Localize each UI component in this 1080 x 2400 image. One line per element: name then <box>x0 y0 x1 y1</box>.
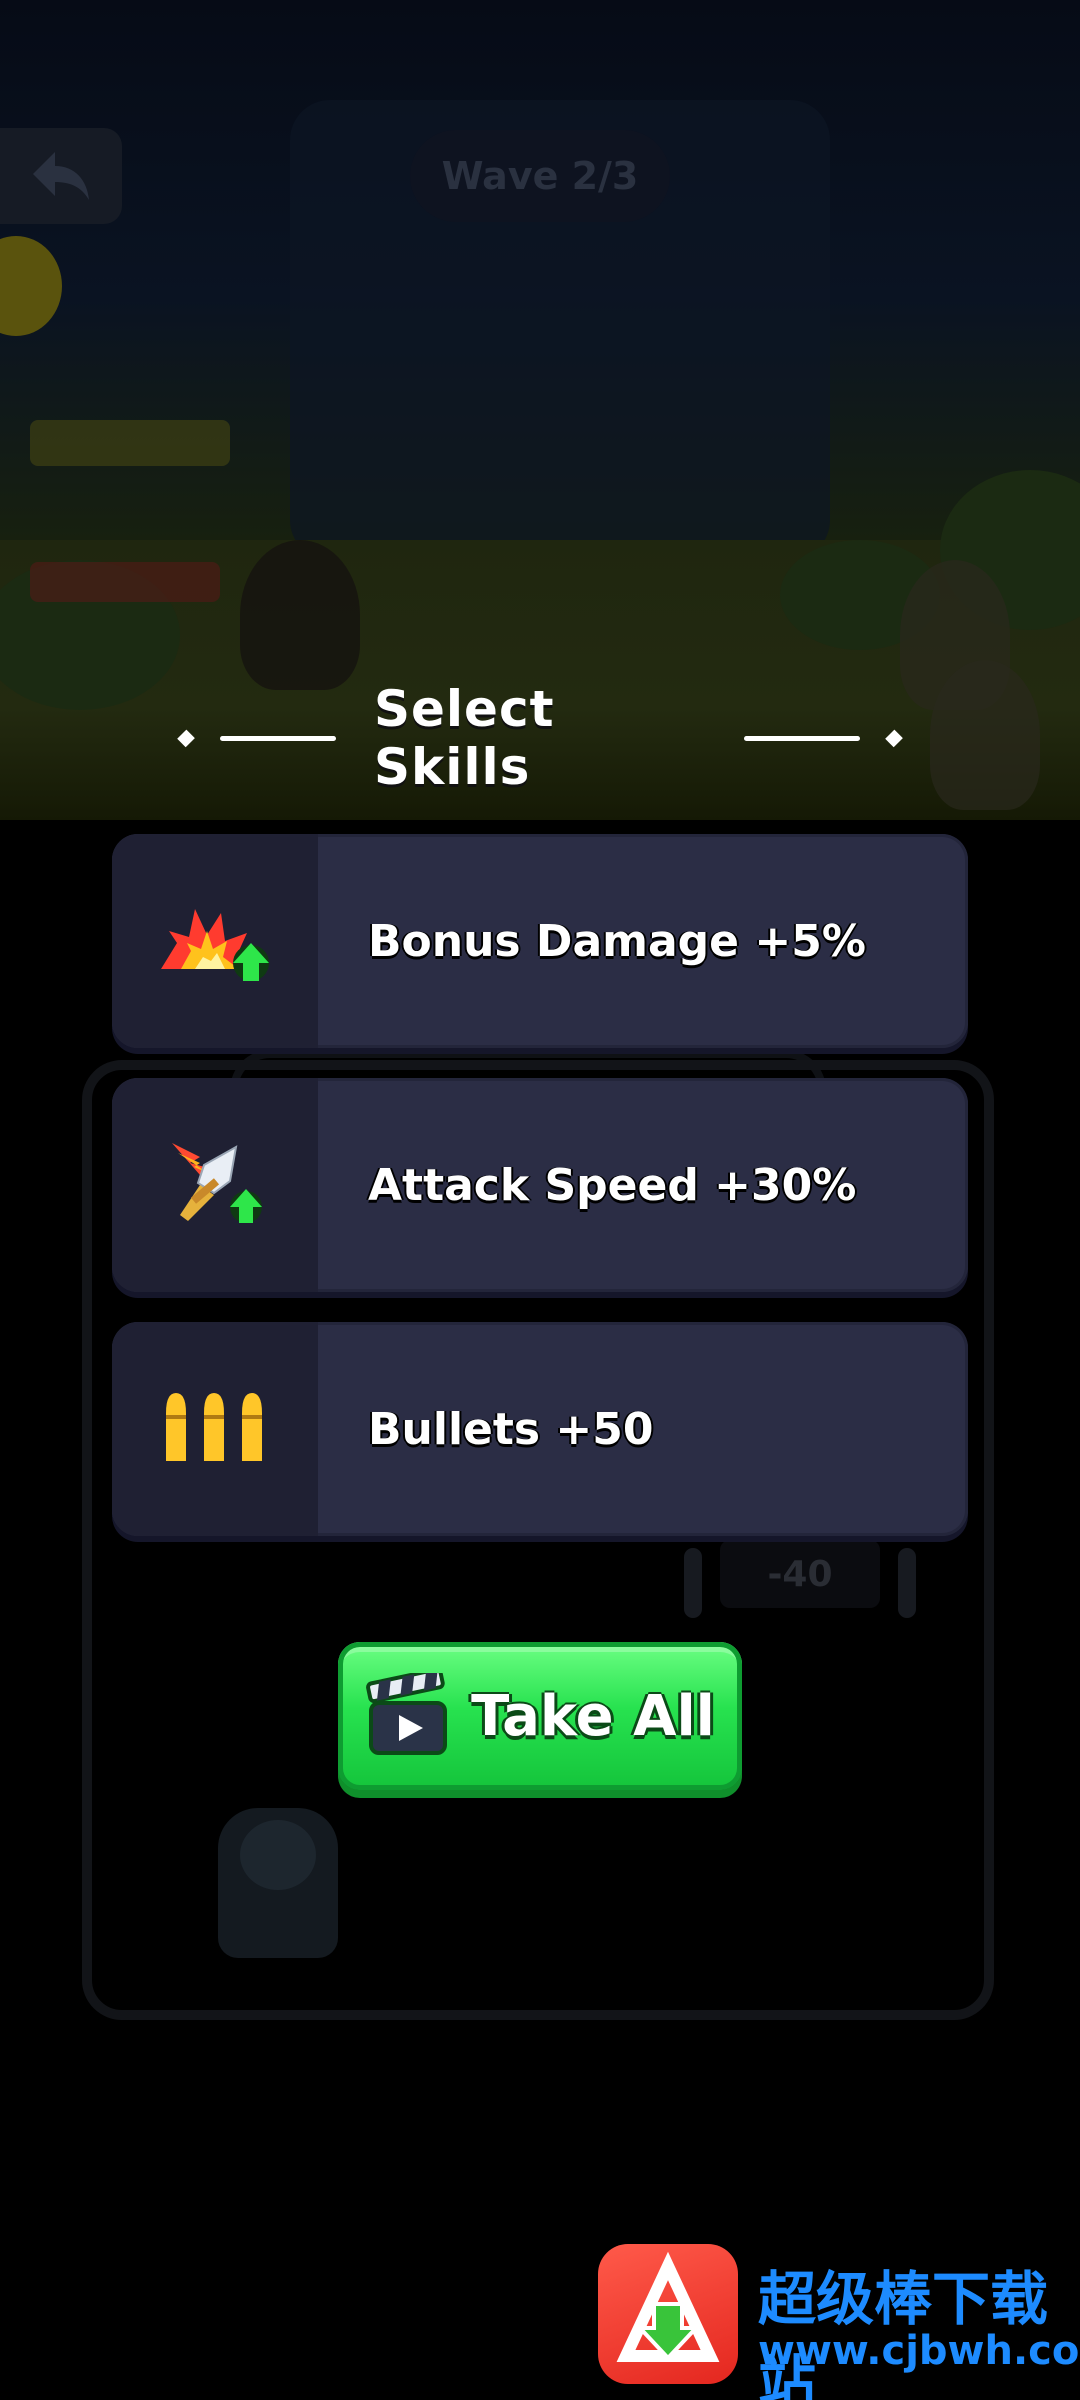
skill-label: Bullets +50 <box>368 1403 654 1455</box>
skill-option-attack-speed[interactable]: Attack Speed +30% <box>112 1078 968 1292</box>
skill-icon-cell <box>112 834 318 1048</box>
skill-option-bonus-damage[interactable]: Bonus Damage +5% <box>112 834 968 1048</box>
take-all-button[interactable]: Take All <box>338 1642 742 1790</box>
arena-post <box>684 1548 702 1618</box>
skill-label: Attack Speed +30% <box>368 1159 857 1211</box>
skills-title: Select Skills <box>374 680 555 796</box>
hero-character <box>240 540 360 690</box>
skill-option-bullets[interactable]: Bullets +50 <box>112 1322 968 1536</box>
video-clapper-icon <box>366 1673 448 1755</box>
explosion-up-icon <box>161 909 269 981</box>
skill-icon-cell <box>112 1322 318 1536</box>
bullets-icon <box>166 1393 262 1461</box>
flaming-sword-up-icon <box>172 1143 262 1223</box>
watermark-site-name: 超级棒下载站 <box>758 2265 1049 2400</box>
back-button[interactable] <box>0 128 122 224</box>
rifle-weapon-icon <box>30 420 230 466</box>
game-screen: Wave 2/3 -40 Select Skills Bonus Damage … <box>0 0 1080 2400</box>
title-ornament-diamond <box>177 729 195 747</box>
watermark-url: www.cjbwh.com <box>758 2328 1080 2374</box>
back-arrow-icon <box>33 152 89 200</box>
skill-icon-cell <box>112 1078 318 1292</box>
skill-label: Bonus Damage +5% <box>368 915 866 967</box>
title-ornament-line <box>220 735 336 741</box>
wave-indicator: Wave 2/3 <box>410 130 670 222</box>
enemy-character <box>930 660 1040 810</box>
title-ornament-line <box>744 735 860 741</box>
rifle-weapon-icon <box>30 562 220 602</box>
take-all-label: Take All <box>471 1683 715 1749</box>
skills-title-row: Select Skills <box>177 680 903 796</box>
damage-popup: -40 <box>720 1540 880 1608</box>
turret-head <box>240 1820 316 1890</box>
watermark-logo-icon <box>598 2244 738 2384</box>
arena-post <box>898 1548 916 1618</box>
